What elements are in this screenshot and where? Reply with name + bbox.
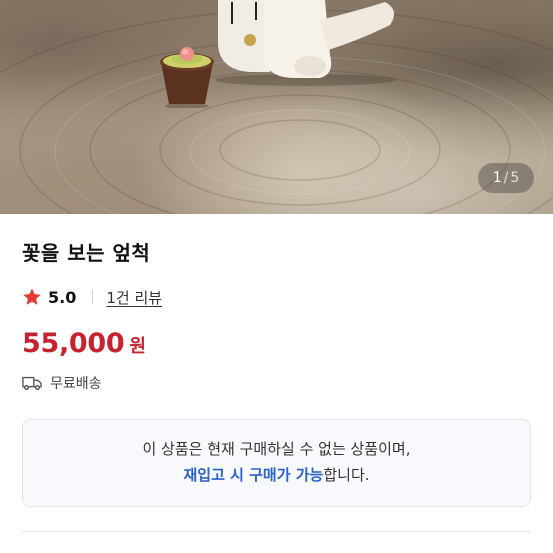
restock-highlight: 재입고 시 구매가 가능 <box>183 466 324 484</box>
review-count-link[interactable]: 1건 리뷰 <box>106 287 162 308</box>
figurine-icon <box>215 0 395 86</box>
product-price: 55,000 원 <box>22 328 146 359</box>
section-divider <box>22 531 531 532</box>
product-title: 꽃을 보는 엎척 <box>22 241 151 265</box>
image-page-indicator: 1/5 <box>478 163 534 193</box>
shipping-label: 무료배송 <box>50 376 102 392</box>
product-image-gallery[interactable]: 1/5 <box>0 0 553 214</box>
current-page: 1 <box>492 170 502 186</box>
shipping-info: 무료배송 <box>22 372 102 394</box>
rating-value: 5.0 <box>48 287 77 307</box>
star-icon <box>23 288 41 305</box>
price-unit: 원 <box>129 336 146 357</box>
price-amount: 55,000 <box>22 328 125 359</box>
rating-divider <box>92 290 94 304</box>
truck-icon <box>22 376 42 391</box>
flower-pot-icon <box>160 47 214 108</box>
notice-line-2: 재입고 시 구매가 가능합니다. <box>23 462 530 488</box>
notice-line-2-suffix: 합니다. <box>323 466 370 484</box>
unavailable-notice: 이 상품은 현재 구매하실 수 없는 상품이며, 재입고 시 구매가 가능합니다… <box>22 419 531 507</box>
product-rating: 5.0 1건 리뷰 <box>22 286 162 308</box>
total-pages: 5 <box>510 170 520 186</box>
notice-line-1: 이 상품은 현재 구매하실 수 없는 상품이며, <box>142 440 411 458</box>
